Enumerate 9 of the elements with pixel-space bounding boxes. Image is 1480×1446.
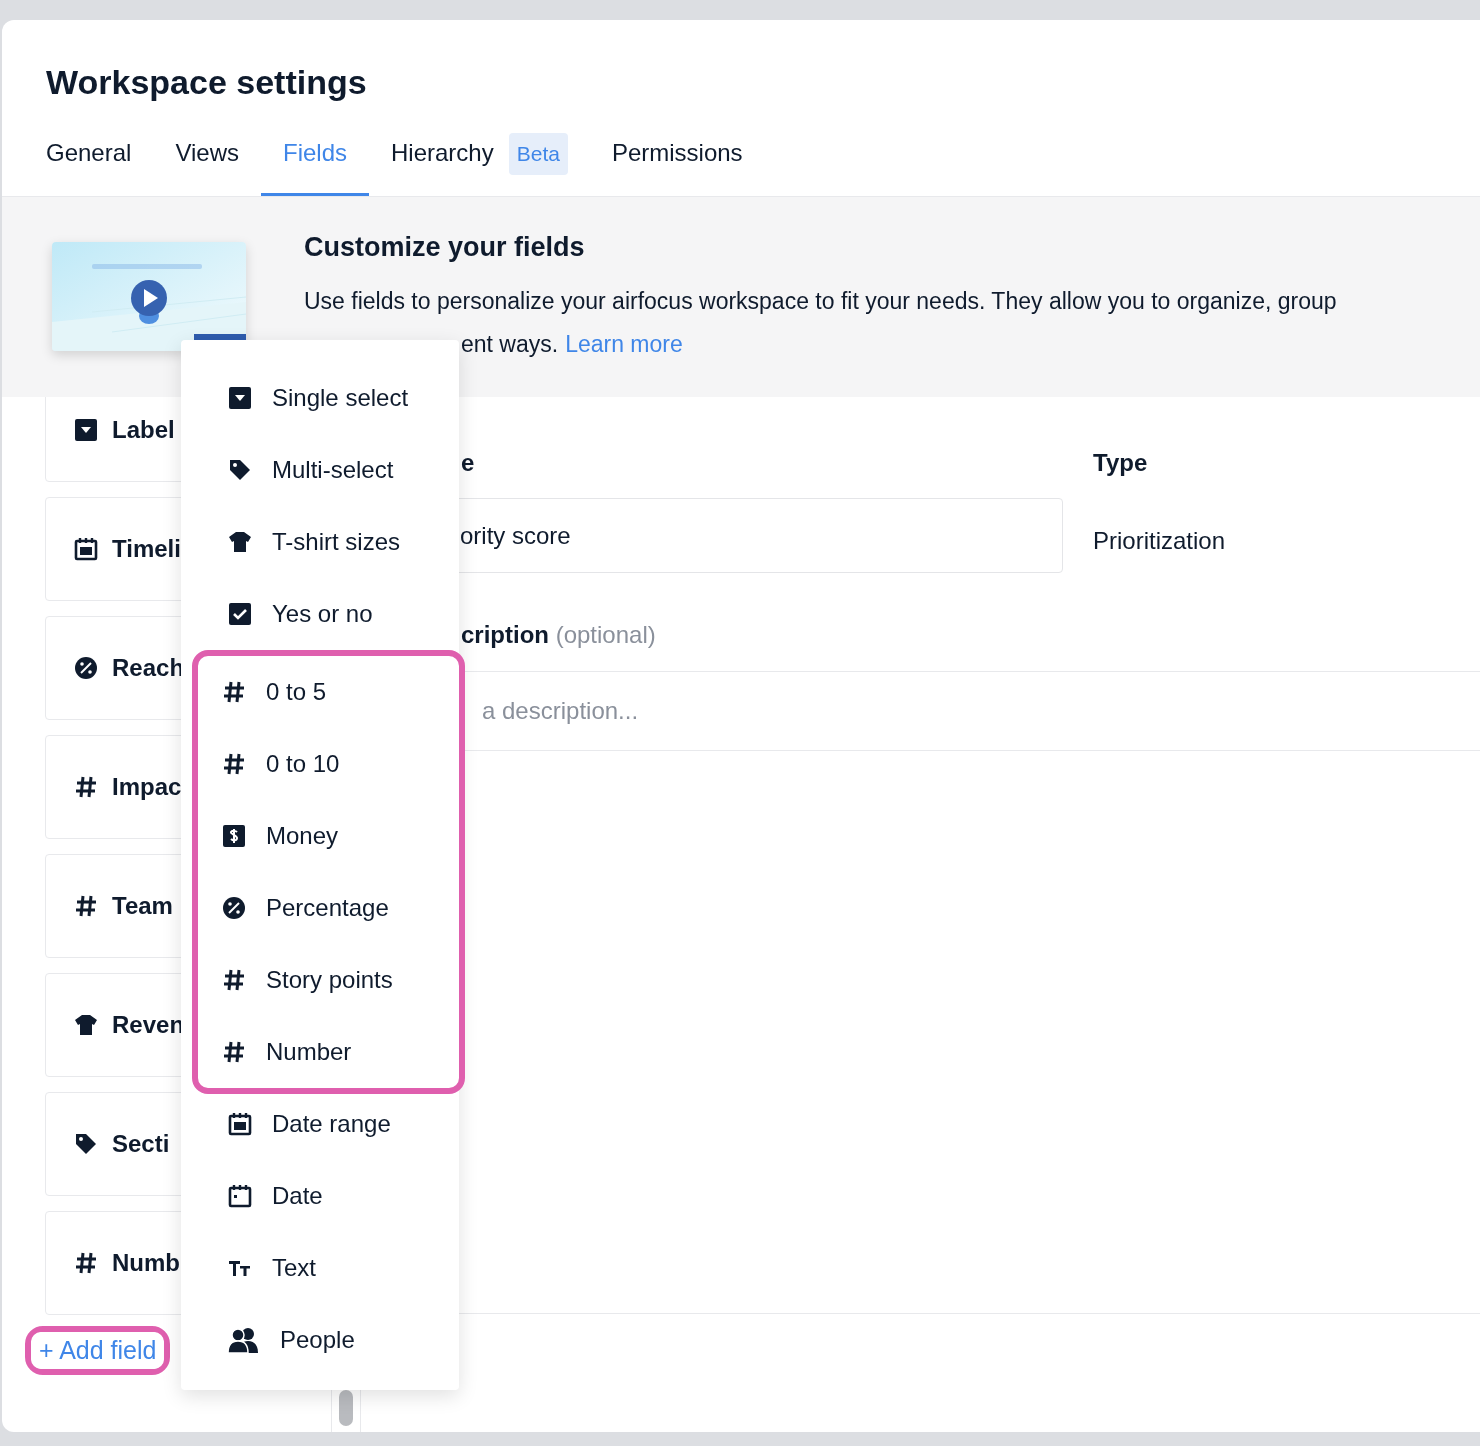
page-title: Workspace settings (46, 62, 368, 102)
field-label: e (460, 449, 476, 477)
field-label: cription (optional) (460, 621, 657, 649)
section-title: Customize your fields (304, 231, 586, 264)
intro-text: ent ways. (461, 330, 559, 359)
intro-text: Use fields to personalize your airfocus workspace to fit your needs. They allow you to organize, group (304, 287, 1337, 316)
beta-badge: Beta (508, 133, 568, 175)
type-value: Prioritization (1093, 525, 1227, 556)
field-label: Type (1093, 449, 1149, 477)
